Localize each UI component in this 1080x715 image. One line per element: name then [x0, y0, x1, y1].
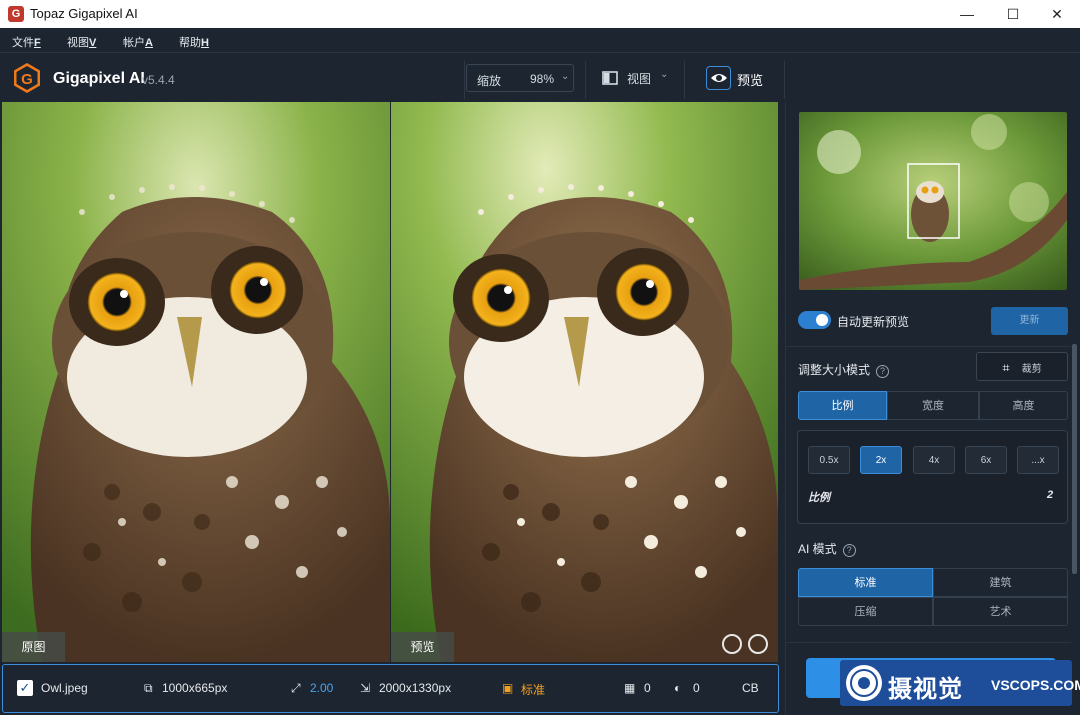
file-status-bar[interactable]: ✓ Owl.jpeg ⧉ 1000x665px ⤢ 2.00 ⇲ 2000x13…: [2, 664, 779, 713]
preview-label: 预览: [391, 632, 454, 662]
scale-options-box: 0.5x 2x 4x 6x ...x 比例 2: [797, 430, 1068, 524]
output-size-icon: ⇲: [360, 681, 371, 695]
ai-mode-compressed[interactable]: 压缩: [798, 597, 933, 626]
scale-2x-button[interactable]: 2x: [860, 446, 902, 474]
divider: [784, 61, 785, 99]
maximize-button[interactable]: ☐: [990, 0, 1036, 28]
scale-value: 2: [1047, 489, 1054, 501]
input-size-icon: ⧉: [144, 681, 153, 695]
minimize-button[interactable]: —: [944, 0, 990, 28]
menu-help[interactable]: 帮助H: [179, 34, 209, 50]
crop-icon: ⌗: [1002, 360, 1010, 375]
watermark-badge: 摄视觉 VSCOPS.COM: [840, 660, 1080, 706]
close-button[interactable]: ✕: [1034, 0, 1080, 28]
filename: Owl.jpeg: [41, 681, 88, 695]
blur-value: 0: [693, 681, 700, 695]
ai-mode-standard[interactable]: 标准: [798, 568, 933, 597]
noise-value: 0: [644, 681, 651, 695]
scale-icon: ⤢: [291, 681, 301, 695]
toolbar: G Gigapixel AI v5.4.4 缩放 98% ⌄ 视图 ⌄ 预览: [0, 52, 1080, 102]
svg-text:G: G: [21, 71, 33, 88]
face-refine-icon[interactable]: [748, 634, 768, 654]
zoom-select[interactable]: 缩放 98% ⌄: [466, 64, 574, 92]
chevron-down-icon: ⌄: [561, 71, 570, 82]
gigapixel-logo-icon: G: [14, 63, 40, 93]
split-view-icon: [602, 71, 618, 85]
menu-file[interactable]: 文件F: [12, 34, 41, 50]
scale-value: 2.00: [310, 681, 334, 695]
menu-bar: 文件F 视图V 帐户A 帮助H: [0, 28, 1080, 52]
watermark-url: VSCOPS.COM: [991, 677, 1080, 693]
divider: [464, 61, 465, 99]
chevron-down-icon: ⌄: [660, 69, 669, 80]
crop-button[interactable]: ⌗ 裁剪: [976, 352, 1068, 381]
menu-account[interactable]: 帐户A: [123, 34, 153, 50]
tab-height[interactable]: 高度: [979, 391, 1068, 420]
view-label: 视图: [627, 72, 652, 86]
watermark-text: 摄视觉: [888, 676, 963, 703]
preview-label: 预览: [737, 73, 764, 88]
eye-icon: [706, 66, 731, 90]
panel-scrollbar[interactable]: [1072, 344, 1077, 574]
camera-logo-icon: [846, 665, 882, 701]
title-bar: G Topaz Gigapixel AI — ☐ ✕: [0, 0, 1080, 28]
ai-mode-art[interactable]: 艺术: [933, 597, 1068, 626]
output-size: 2000x1330px: [379, 681, 452, 695]
tab-width[interactable]: 宽度: [887, 391, 979, 420]
help-icon[interactable]: ?: [876, 365, 890, 378]
settings-panel: 自动更新预览 更新 调整大小模式? ⌗ 裁剪 比例 宽度 高度 0.5x 2x 4…: [785, 102, 1080, 715]
navigator-thumbnail[interactable]: [799, 112, 1067, 290]
file-checkbox[interactable]: ✓: [17, 680, 33, 696]
preview-image-pane[interactable]: 预览: [391, 102, 778, 662]
menu-view[interactable]: 视图V: [67, 34, 96, 50]
auto-update-toggle[interactable]: [798, 311, 831, 329]
blur-icon: ◐: [674, 681, 682, 695]
scale-4x-button[interactable]: 4x: [913, 446, 955, 474]
ai-mode-value: 标准: [521, 683, 546, 697]
scale-custom-button[interactable]: ...x: [1017, 446, 1059, 474]
divider: [786, 346, 1071, 347]
scale-label: 比例: [808, 492, 830, 504]
auto-update-label: 自动更新预览: [837, 315, 910, 329]
scale-6x-button[interactable]: 6x: [965, 446, 1007, 474]
input-size: 1000x665px: [162, 681, 228, 695]
app-name: Gigapixel AI: [53, 70, 145, 87]
zoom-value: 98%: [530, 72, 555, 86]
color-format: CB: [742, 681, 759, 695]
update-button[interactable]: 更新: [991, 307, 1068, 335]
mode-icon: ▣: [502, 681, 514, 695]
divider: [786, 642, 1071, 643]
ai-mode-label: AI 模式?: [798, 540, 856, 557]
owl-image-preview: [391, 102, 778, 662]
divider: [585, 61, 586, 99]
owl-image-original: [2, 102, 390, 662]
help-icon[interactable]: ?: [842, 544, 856, 557]
zoom-label: 缩放: [477, 74, 502, 88]
original-label: 原图: [2, 632, 65, 662]
scale-0-5x-button[interactable]: 0.5x: [808, 446, 850, 474]
resize-mode-label: 调整大小模式?: [798, 361, 890, 378]
divider: [684, 61, 685, 99]
face-detect-icon[interactable]: [722, 634, 742, 654]
ai-mode-architecture[interactable]: 建筑: [933, 568, 1068, 597]
window-title: Topaz Gigapixel AI: [30, 6, 138, 21]
noise-icon: ▦: [624, 681, 636, 695]
original-image-pane[interactable]: 原图: [2, 102, 390, 662]
tab-scale[interactable]: 比例: [798, 391, 887, 420]
app-icon: G: [8, 6, 24, 22]
app-version: v5.4.4: [142, 73, 175, 87]
